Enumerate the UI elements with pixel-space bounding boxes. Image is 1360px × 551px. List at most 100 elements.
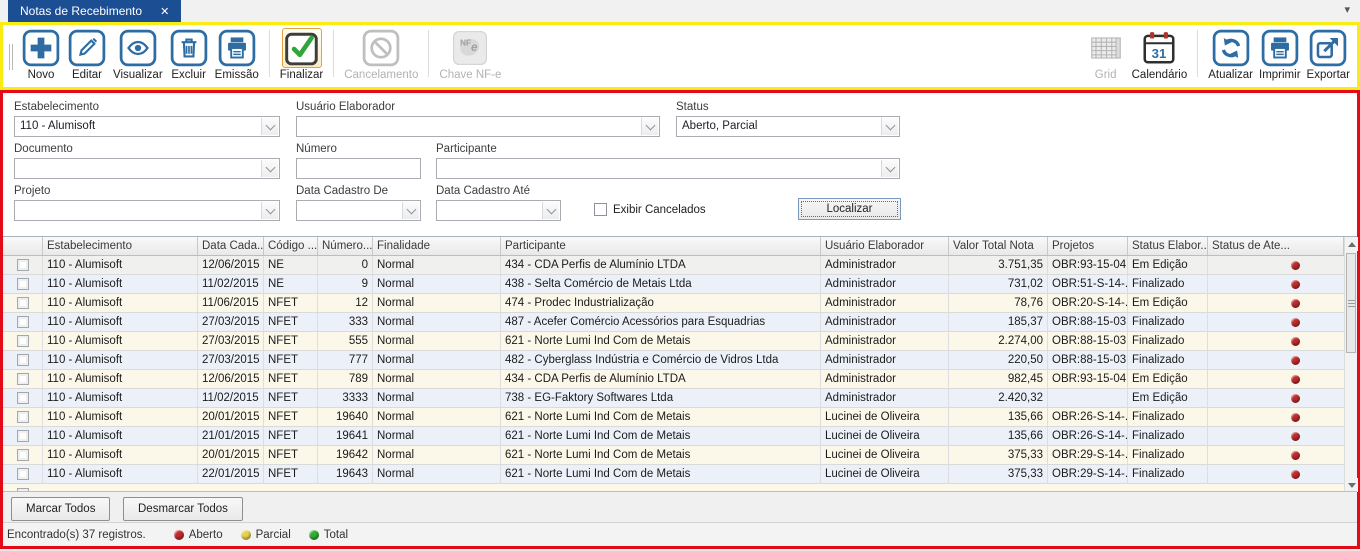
cell-status_atendimento xyxy=(1208,465,1344,483)
table-row[interactable]: 110 - Alumisoft12/06/2015NE0Normal434 - … xyxy=(3,256,1344,275)
table-row[interactable]: 110 - Alumisoft27/03/2015NFET555Normal62… xyxy=(3,332,1344,351)
cell-status_elaboracao: Finalizado xyxy=(1128,313,1208,331)
row-checkbox[interactable] xyxy=(17,373,29,385)
exibir-cancelados-checkbox[interactable] xyxy=(594,203,607,216)
tab-close-icon[interactable]: ✕ xyxy=(160,5,169,18)
check-square-icon xyxy=(282,28,322,68)
row-select-cell xyxy=(3,408,43,426)
desmarcar-todos-button[interactable]: Desmarcar Todos xyxy=(123,497,243,521)
table-row[interactable]: 110 - Alumisoft20/01/2015NFET19642Normal… xyxy=(3,446,1344,465)
svg-text:NF: NF xyxy=(460,37,471,47)
vertical-scrollbar[interactable] xyxy=(1344,237,1357,492)
column-header-numero[interactable]: Número... xyxy=(318,237,373,255)
documento-label: Documento xyxy=(14,143,73,155)
thumb-grip-icon xyxy=(1348,300,1355,307)
row-checkbox[interactable] xyxy=(17,468,29,480)
column-header-finalidade[interactable]: Finalidade xyxy=(373,237,501,255)
projeto-select[interactable] xyxy=(14,200,280,221)
table-row[interactable]: 110 - Alumisoft11/02/2015NE9Normal438 - … xyxy=(3,275,1344,294)
combo-dropdown-button[interactable] xyxy=(881,118,898,135)
status-select[interactable]: Aberto, Parcial xyxy=(676,116,900,137)
table-row[interactable]: 110 - Alumisoft21/01/2015NFET19641Normal… xyxy=(3,427,1344,446)
row-checkbox[interactable] xyxy=(17,411,29,423)
cell-valor_total: 375,33 xyxy=(949,465,1048,483)
combo-dropdown-button[interactable] xyxy=(261,160,278,177)
toolbar-button-editar[interactable]: Editar xyxy=(64,26,110,87)
combo-dropdown-button[interactable] xyxy=(542,202,559,219)
cell-projetos: OBR:20-S-14-... xyxy=(1048,294,1128,312)
cell-status_atendimento xyxy=(1208,389,1344,407)
toolbar-button-label: Exportar xyxy=(1307,69,1350,81)
cell-usuario_elaborador: Administrador xyxy=(821,256,949,274)
participante-select[interactable] xyxy=(436,158,900,179)
row-checkbox[interactable] xyxy=(17,259,29,271)
table-row[interactable]: 110 - Alumisoft27/03/2015NFET777Normal48… xyxy=(3,351,1344,370)
estabelecimento-select[interactable]: 110 - Alumisoft xyxy=(14,116,280,137)
table-row[interactable]: 110 - Alumisoft22/01/2015NFET19643Normal… xyxy=(3,465,1344,484)
scrollbar-thumb[interactable] xyxy=(1346,253,1356,353)
cell-data_cadastro: 22/01/2015 xyxy=(198,465,264,483)
usuario-elaborador-select[interactable] xyxy=(296,116,660,137)
table-row[interactable]: 110 - Alumisoft20/01/2015NFET19640Normal… xyxy=(3,408,1344,427)
toolbar-button-imprimir[interactable]: Imprimir xyxy=(1256,26,1304,87)
column-header-participante[interactable]: Participante xyxy=(501,237,821,255)
row-checkbox[interactable] xyxy=(17,316,29,328)
status-dot-aberto xyxy=(1291,356,1300,365)
toolbar-drag-handle[interactable] xyxy=(9,44,13,70)
table-row[interactable]: 110 - Alumisoft27/03/2015NFET333Normal48… xyxy=(3,313,1344,332)
toolbar-button-finalizar[interactable]: Finalizar xyxy=(277,26,326,87)
row-checkbox[interactable] xyxy=(17,335,29,347)
table-row[interactable]: 110 - Alumisoft12/06/2015NFET789Normal43… xyxy=(3,370,1344,389)
column-header-usuario_elaborador[interactable]: Usuário Elaborador xyxy=(821,237,949,255)
toolbar-button-excluir[interactable]: Excluir xyxy=(166,26,212,87)
combo-dropdown-button[interactable] xyxy=(641,118,658,135)
column-header-estabelecimento[interactable]: Estabelecimento xyxy=(43,237,198,255)
combo-dropdown-button[interactable] xyxy=(261,202,278,219)
marcar-todos-button[interactable]: Marcar Todos xyxy=(11,497,110,521)
scroll-up-button[interactable] xyxy=(1345,237,1358,251)
documento-select[interactable] xyxy=(14,158,280,179)
localizar-button[interactable]: Localizar xyxy=(798,198,901,220)
combo-dropdown-button[interactable] xyxy=(261,118,278,135)
row-checkbox[interactable] xyxy=(17,392,29,404)
scroll-down-button[interactable] xyxy=(1345,478,1358,492)
toolbar-button-atualizar[interactable]: Atualizar xyxy=(1205,26,1256,87)
table-row[interactable]: 110 - Alumisoft11/06/2015NFET12Normal474… xyxy=(3,294,1344,313)
numero-input[interactable] xyxy=(297,159,420,178)
export-icon xyxy=(1308,28,1348,68)
toolbar-button-exportar[interactable]: Exportar xyxy=(1304,26,1353,87)
cell-numero: 9 xyxy=(318,275,373,293)
row-checkbox[interactable] xyxy=(17,449,29,461)
toolbar-button-visualizar[interactable]: Visualizar xyxy=(110,26,166,87)
toolbar-button-calendario[interactable]: 31Calendário xyxy=(1129,26,1191,87)
tabbar-overflow-chevron-icon[interactable]: ▾ xyxy=(1344,3,1350,16)
cell-usuario_elaborador: Lucinei de Oliveira xyxy=(821,427,949,445)
column-header-codigo[interactable]: Código ... xyxy=(264,237,318,255)
cell-usuario_elaborador: Administrador xyxy=(821,313,949,331)
legend-item-total: Total xyxy=(309,529,348,541)
table-row[interactable]: 110 - Alumisoft11/02/2015NFET3333Normal7… xyxy=(3,389,1344,408)
tab-notas-de-recebimento[interactable]: Notas de Recebimento ✕ xyxy=(8,0,181,22)
row-checkbox[interactable] xyxy=(17,354,29,366)
cell-participante: 434 - CDA Perfis de Alumínio LTDA xyxy=(501,256,821,274)
column-header-status_atendimento[interactable]: Status de Ate... xyxy=(1208,237,1344,255)
cell-codigo: NFET xyxy=(264,465,318,483)
cell-status_atendimento xyxy=(1208,427,1344,445)
toolbar-button-label: Calendário xyxy=(1132,69,1188,81)
row-checkbox[interactable] xyxy=(17,297,29,309)
data-cadastro-de-select[interactable] xyxy=(296,200,421,221)
status-dot-aberto xyxy=(1291,375,1300,384)
toolbar-button-emissao[interactable]: Emissão xyxy=(212,26,262,87)
main-panel: Estabelecimento 110 - Alumisoft Usuário … xyxy=(0,90,1360,549)
combo-dropdown-button[interactable] xyxy=(881,160,898,177)
combo-dropdown-button[interactable] xyxy=(402,202,419,219)
data-cadastro-ate-select[interactable] xyxy=(436,200,561,221)
toolbar-button-novo[interactable]: Novo xyxy=(18,26,64,87)
column-header-valor_total[interactable]: Valor Total Nota xyxy=(949,237,1048,255)
column-header-data_cadastro[interactable]: Data Cada... xyxy=(198,237,264,255)
row-checkbox[interactable] xyxy=(17,278,29,290)
column-header-projetos[interactable]: Projetos xyxy=(1048,237,1128,255)
row-checkbox[interactable] xyxy=(17,430,29,442)
column-header-status_elaboracao[interactable]: Status Elabor... xyxy=(1128,237,1208,255)
column-header-check[interactable] xyxy=(3,237,43,255)
